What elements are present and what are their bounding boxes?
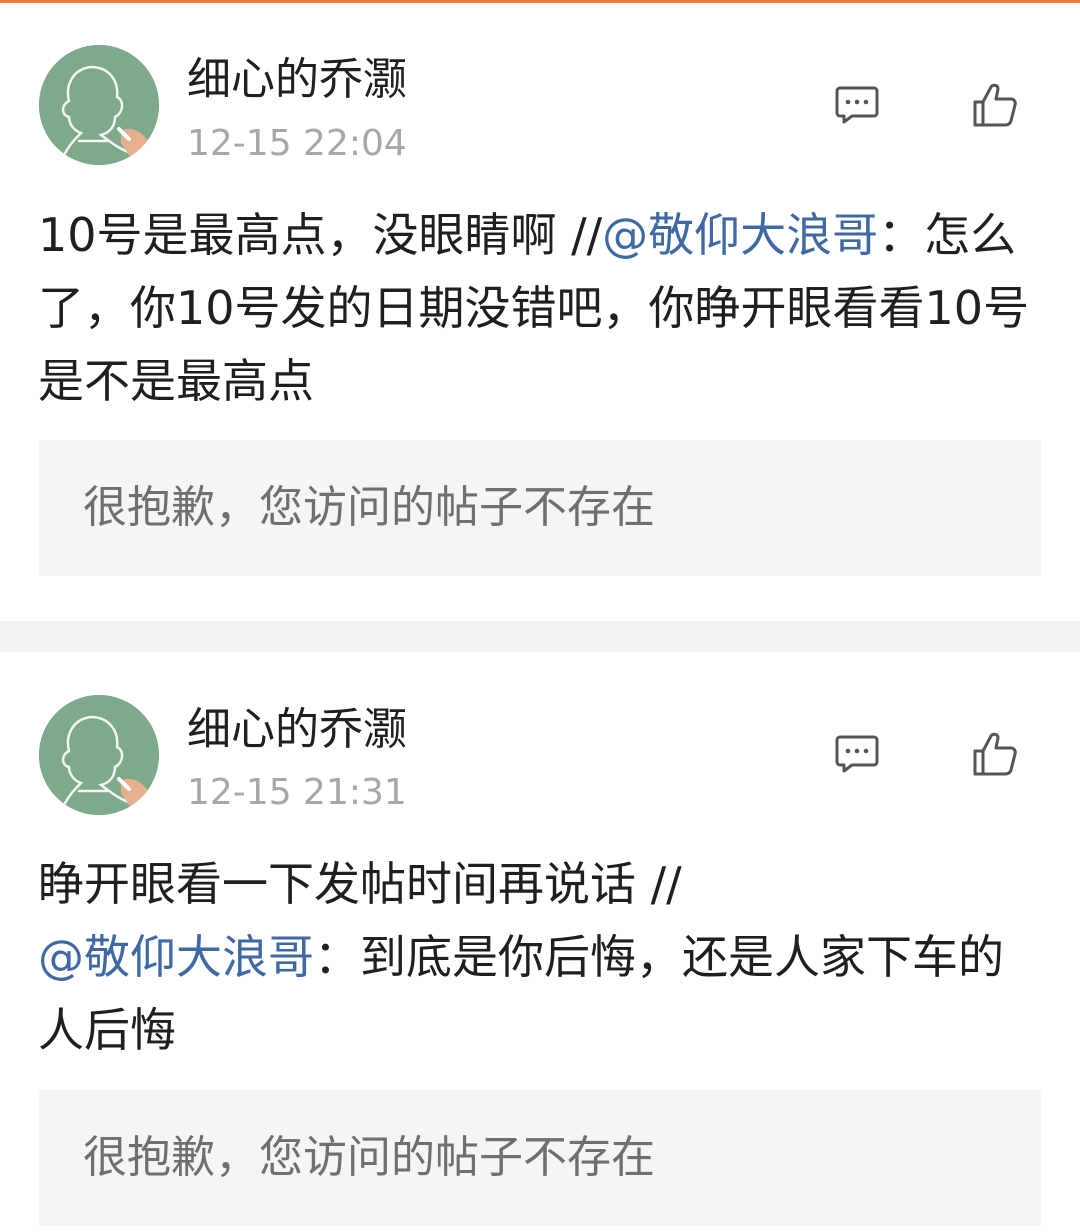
comment-icon bbox=[835, 86, 879, 124]
comment-text-main: 10号是最高点，没眼睛啊 // bbox=[38, 208, 603, 262]
quoted-post-text: 很抱歉，您访问的帖子不存在 bbox=[83, 482, 655, 533]
comment-item: 细心的乔灏 12-15 22:04 10号是最高点，没眼睛啊 //@敬仰大浪哥：… bbox=[0, 3, 1080, 621]
timestamp: 12-15 21:31 bbox=[187, 772, 407, 813]
mention-link[interactable]: @敬仰大浪哥 bbox=[38, 930, 314, 984]
timestamp: 12-15 22:04 bbox=[187, 123, 407, 164]
avatar[interactable] bbox=[39, 45, 159, 165]
like-button[interactable] bbox=[965, 75, 1025, 135]
avatar-image bbox=[39, 45, 159, 165]
quoted-post-text: 很抱歉，您访问的帖子不存在 bbox=[83, 1132, 655, 1183]
avatar-image bbox=[39, 695, 159, 815]
comment-button[interactable] bbox=[827, 75, 887, 135]
like-button[interactable] bbox=[965, 724, 1025, 784]
comment-text: 睁开眼看一下发帖时间再说话 //@敬仰大浪哥：到底是你后悔，还是人家下车的人后悔 bbox=[38, 848, 1038, 1067]
comment-icon bbox=[835, 735, 879, 773]
thumbs-up-icon bbox=[973, 732, 1017, 776]
thumbs-up-icon bbox=[973, 83, 1017, 127]
mention-link[interactable]: @敬仰大浪哥 bbox=[602, 208, 878, 262]
quoted-post-card[interactable]: 很抱歉，您访问的帖子不存在 bbox=[39, 1090, 1041, 1226]
section-divider bbox=[0, 621, 1080, 652]
comment-item: 细心的乔灏 12-15 21:31 睁开眼看一下发帖时间再说话 // @敬仰大浪哥… bbox=[0, 652, 1080, 1232]
comment-button[interactable] bbox=[827, 724, 887, 784]
avatar[interactable] bbox=[39, 695, 159, 815]
username[interactable]: 细心的乔灏 bbox=[187, 703, 407, 757]
comment-text: 10号是最高点，没眼睛啊 //@敬仰大浪哥：怎么了，你10号发的日期没错吧，你睁… bbox=[38, 199, 1038, 418]
quoted-post-card[interactable]: 很抱歉，您访问的帖子不存在 bbox=[39, 440, 1041, 576]
comment-text-main: 睁开眼看一下发帖时间再说话 // bbox=[38, 857, 682, 911]
username[interactable]: 细心的乔灏 bbox=[187, 53, 407, 107]
